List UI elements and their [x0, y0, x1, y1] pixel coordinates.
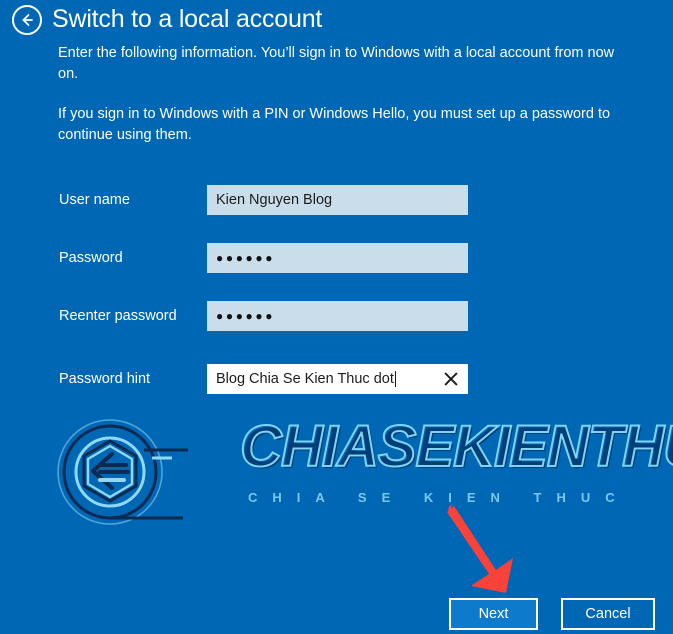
- page-title: Switch to a local account: [52, 5, 323, 33]
- user-name-value: Kien Nguyen Blog: [216, 192, 333, 208]
- password-hint-input[interactable]: Blog Chia Se Kien Thuc dot: [207, 364, 468, 394]
- form-row-password: Password ●●●●●●: [0, 243, 673, 273]
- watermark-subtitle: CHIA SE KIEN THUC: [248, 490, 630, 505]
- close-x-icon[interactable]: [442, 364, 460, 394]
- watermark: CHIASEKIENTHUC CHIA SE KIEN THUC: [48, 406, 673, 531]
- watermark-text: CHIASEKIENTHUC: [239, 414, 673, 479]
- reenter-password-input[interactable]: ●●●●●●: [207, 301, 468, 331]
- form-row-password-hint: Password hint Blog Chia Se Kien Thuc dot: [0, 364, 673, 394]
- reenter-password-value: ●●●●●●: [216, 309, 276, 323]
- footer-actions: Next Cancel: [0, 598, 673, 634]
- red-pointer-arrow-icon: [444, 500, 526, 603]
- page-header: Switch to a local account: [0, 0, 673, 40]
- label-user-name: User name: [59, 192, 130, 208]
- chiasekienthuc-logo-icon: [48, 412, 198, 535]
- label-password-hint: Password hint: [59, 371, 151, 387]
- cancel-button[interactable]: Cancel: [561, 598, 655, 630]
- back-arrow-circle-icon[interactable]: [12, 5, 42, 35]
- form-row-username: User name Kien Nguyen Blog: [0, 185, 673, 215]
- password-value: ●●●●●●: [216, 251, 276, 265]
- label-reenter-password: Reenter password: [59, 308, 177, 324]
- user-name-input[interactable]: Kien Nguyen Blog: [207, 185, 468, 215]
- label-password: Password: [59, 250, 123, 266]
- next-button[interactable]: Next: [449, 598, 538, 630]
- password-input[interactable]: ●●●●●●: [207, 243, 468, 273]
- password-hint-value: Blog Chia Se Kien Thuc dot: [216, 371, 394, 387]
- text-caret: [394, 371, 396, 387]
- intro-paragraph-2: If you sign in to Windows with a PIN or …: [58, 106, 611, 143]
- form-row-reenter-password: Reenter password ●●●●●●: [0, 301, 673, 331]
- intro-paragraph-1: Enter the following information. You’ll …: [58, 45, 615, 82]
